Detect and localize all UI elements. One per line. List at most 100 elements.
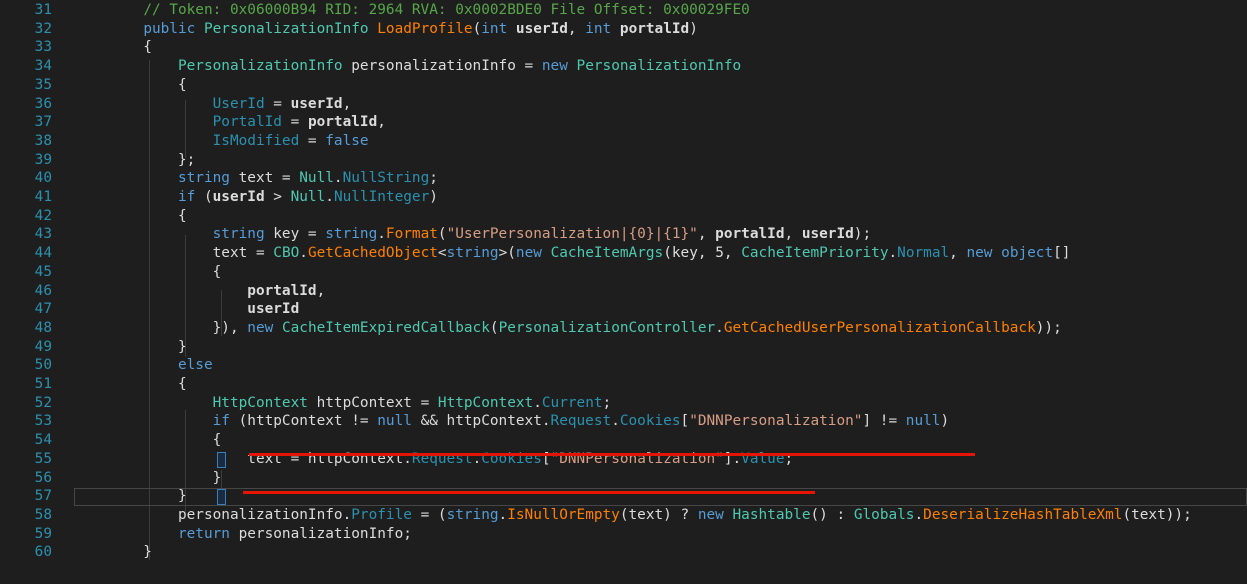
code-text[interactable]: { <box>74 430 222 450</box>
line-number: 53 <box>34 413 52 430</box>
code-text[interactable]: public PersonalizationInfo LoadProfile(i… <box>74 19 698 39</box>
line-number: 42 <box>34 207 52 224</box>
code-text[interactable]: text = CBO.GetCachedObject<string>(new C… <box>74 243 1071 263</box>
code-token-keyword: object <box>1001 245 1054 262</box>
code-line[interactable]: 58 personalizationInfo.Profile = (string… <box>0 505 1247 525</box>
code-line[interactable]: 43 string key = string.Format("UserPerso… <box>0 224 1247 244</box>
code-line[interactable]: 54 { <box>0 430 1247 450</box>
code-text[interactable]: }; <box>74 150 195 170</box>
line-number: 49 <box>34 338 52 355</box>
code-line[interactable]: 46 portalId, <box>0 281 1247 301</box>
code-line[interactable]: 50 else <box>0 355 1247 375</box>
code-line[interactable]: 59 return personalizationInfo; <box>0 524 1247 544</box>
code-text[interactable]: { <box>74 37 152 57</box>
code-token-keyword: new <box>247 319 274 336</box>
code-token-type: PersonalizationInfo <box>576 58 742 75</box>
code-token-plain: , <box>342 95 352 112</box>
code-line[interactable]: 52 HttpContext httpContext = HttpContext… <box>0 393 1247 413</box>
code-text[interactable]: } <box>74 337 187 357</box>
code-line[interactable]: 45 { <box>0 262 1247 282</box>
code-token-method: IsNullOrEmpty <box>507 506 620 523</box>
code-text[interactable]: { <box>74 206 187 226</box>
code-editor[interactable]: 31 // Token: 0x06000B94 RID: 2964 RVA: 0… <box>0 0 1247 584</box>
code-token-plain: (httpContext != <box>229 413 378 430</box>
code-text[interactable]: }), new CacheItemExpiredCallback(Persona… <box>74 318 1062 338</box>
code-text[interactable]: PersonalizationInfo personalizationInfo … <box>74 56 741 76</box>
code-text[interactable]: { <box>74 262 222 282</box>
code-token-type: Hashtable <box>732 506 811 523</box>
code-line[interactable]: 53 if (httpContext != null && httpContex… <box>0 411 1247 431</box>
code-token-comment: // Token: 0x06000B94 RID: 2964 RVA: 0x00… <box>143 2 750 18</box>
code-line[interactable]: 49 } <box>0 337 1247 357</box>
code-token-plain: , <box>316 282 326 299</box>
code-text[interactable]: portalId, <box>74 281 325 301</box>
code-line[interactable]: 56 } <box>0 468 1247 488</box>
code-token-plain: > <box>264 189 291 205</box>
code-token-plain: (text) ? <box>619 506 698 523</box>
code-text[interactable]: PortalId = portalId, <box>74 112 386 132</box>
line-number: 60 <box>34 544 52 561</box>
code-text[interactable]: } <box>74 468 222 488</box>
code-text[interactable]: personalizationInfo.Profile = (string.Is… <box>74 505 1192 525</box>
code-text[interactable]: userId <box>74 299 299 319</box>
code-token-bold: portalId <box>307 114 378 131</box>
code-line[interactable]: 55 text = httpContext.Request.Cookies["D… <box>0 449 1247 469</box>
code-text[interactable]: HttpContext httpContext = HttpContext.Cu… <box>74 393 612 413</box>
code-text[interactable]: else <box>74 355 213 375</box>
code-line[interactable]: 41 if (userId > Null.NullInteger) <box>0 187 1247 207</box>
code-line[interactable]: 38 IsModified = false <box>0 131 1247 151</box>
code-text[interactable]: } <box>74 486 187 506</box>
code-line[interactable]: 42 { <box>0 206 1247 226</box>
code-text[interactable]: if (httpContext != null && httpContext.R… <box>74 411 950 431</box>
code-line[interactable]: 35 { <box>0 75 1247 95</box>
code-line[interactable]: 48 }), new CacheItemExpiredCallback(Pers… <box>0 318 1247 338</box>
code-token-plain: = <box>281 114 308 131</box>
line-number: 31 <box>34 2 52 18</box>
code-text[interactable]: text = httpContext.Request.Cookies["DNNP… <box>74 449 793 469</box>
code-token-string: "DNNPersonalization" <box>689 413 863 430</box>
code-text[interactable]: // Token: 0x06000B94 RID: 2964 RVA: 0x00… <box>74 0 750 20</box>
code-token-string: "UserPersonalization|{0}|{1}" <box>446 226 698 243</box>
code-line[interactable]: 60 } <box>0 542 1247 562</box>
line-number: 50 <box>34 357 52 374</box>
code-token-prop: Normal <box>897 245 950 262</box>
code-line[interactable]: 31 // Token: 0x06000B94 RID: 2964 RVA: 0… <box>0 0 1247 20</box>
code-token-type: PersonalizationInfo <box>203 20 369 37</box>
code-token-prop: Profile <box>351 506 412 523</box>
code-token-keyword: null <box>377 413 412 430</box>
code-line[interactable]: 39 }; <box>0 150 1247 170</box>
code-text[interactable]: return personalizationInfo; <box>74 524 412 544</box>
line-number: 36 <box>34 95 52 112</box>
code-line[interactable]: 40 string text = Null.NullString; <box>0 168 1247 188</box>
code-token-prop: Current <box>541 394 603 411</box>
code-text[interactable]: string text = Null.NullString; <box>74 168 438 188</box>
code-token-type: CacheItemPriority <box>741 245 889 262</box>
code-line[interactable]: 51 { <box>0 374 1247 394</box>
code-text[interactable]: UserId = userId, <box>74 94 352 114</box>
code-token-plain: personalizationInfo; <box>229 525 412 542</box>
code-text[interactable]: if (userId > Null.NullInteger) <box>74 187 438 207</box>
code-token-type: PersonalizationController <box>498 319 716 336</box>
code-text[interactable]: IsModified = false <box>74 131 369 151</box>
code-text[interactable]: } <box>74 542 152 562</box>
code-line[interactable]: 37 PortalId = portalId, <box>0 112 1247 132</box>
code-token-prop: UserId <box>212 95 265 112</box>
code-line[interactable]: 34 PersonalizationInfo personalizationIn… <box>0 56 1247 76</box>
line-number: 44 <box>34 245 52 262</box>
code-text[interactable]: { <box>74 75 187 95</box>
code-token-plain: [ <box>680 413 690 430</box>
code-line[interactable]: 57 } <box>0 486 1247 506</box>
code-text[interactable]: { <box>74 374 187 394</box>
annotation-underline <box>249 453 975 456</box>
code-line[interactable]: 36 UserId = userId, <box>0 94 1247 114</box>
code-line[interactable]: 33 { <box>0 37 1247 57</box>
code-token-plain: = <box>264 95 291 112</box>
code-line[interactable]: 44 text = CBO.GetCachedObject<string>(ne… <box>0 243 1247 263</box>
code-text[interactable]: string key = string.Format("UserPersonal… <box>74 224 872 244</box>
code-line[interactable]: 47 userId <box>0 299 1247 319</box>
code-line[interactable]: 32 public PersonalizationInfo LoadProfil… <box>0 19 1247 39</box>
